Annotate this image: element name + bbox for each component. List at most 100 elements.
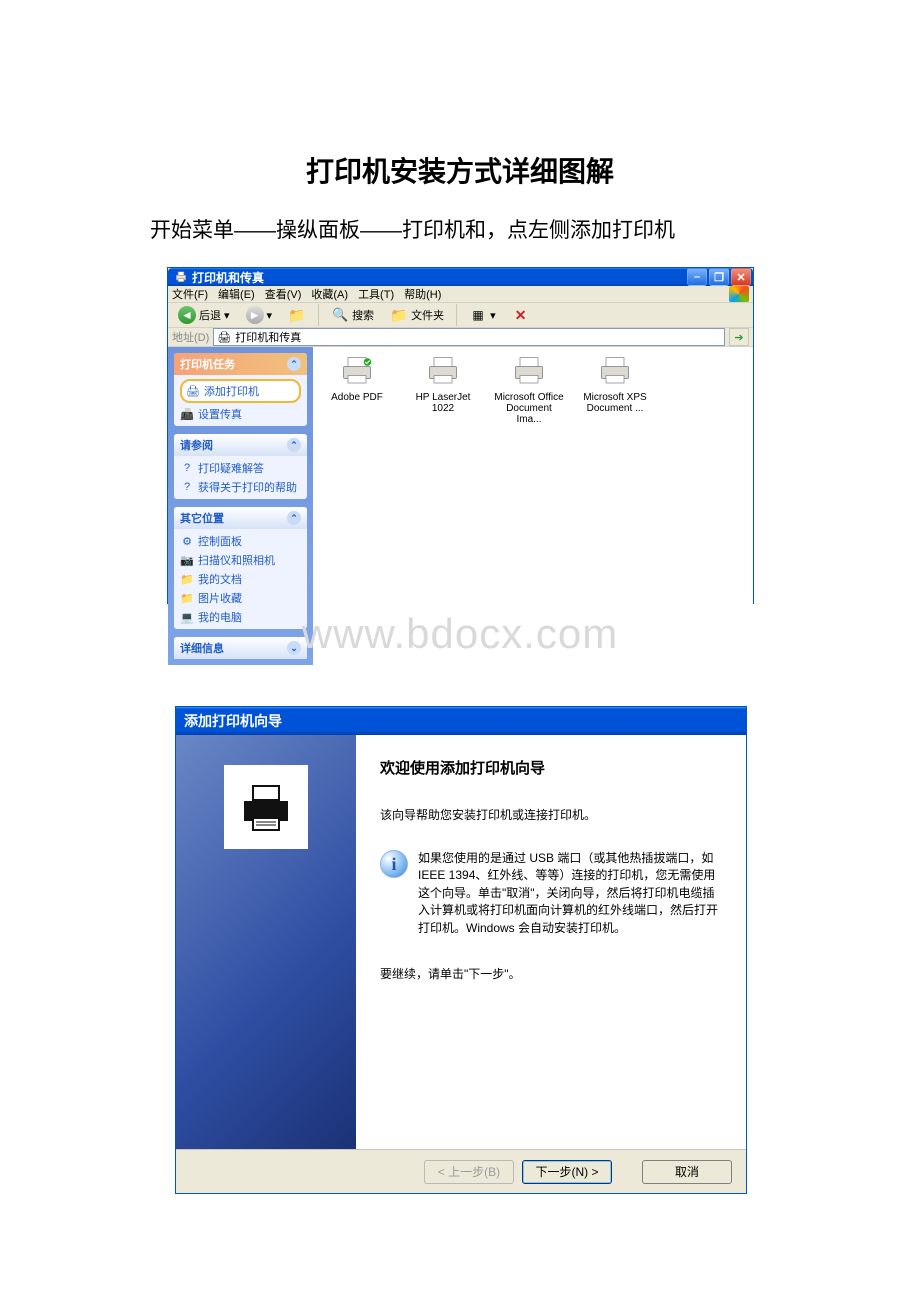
- printer-icon: [339, 353, 375, 389]
- delete-icon: ✕: [512, 306, 530, 324]
- maximize-button[interactable]: ❐: [709, 268, 729, 286]
- menu-fav[interactable]: 收藏(A): [311, 286, 348, 302]
- printer-icon: [174, 270, 188, 284]
- help-icon: ?: [180, 481, 194, 493]
- fax-setup-link[interactable]: 📠 设置传真: [180, 406, 301, 422]
- menu-file[interactable]: 文件(F): [172, 286, 208, 302]
- document-subtitle: 开始菜单——操纵面板——打印机和，点左侧添加打印机: [0, 214, 920, 264]
- chevron-down-icon: ▾: [490, 309, 496, 322]
- printer-label: Microsoft Office Document Ima...: [493, 392, 565, 425]
- window-title: 打印机和传真: [192, 269, 687, 286]
- my-documents-link[interactable]: 📁 我的文档: [180, 571, 301, 587]
- printer-icon: 🖨: [217, 331, 231, 344]
- scanner-icon: 📷: [180, 554, 194, 567]
- back-button[interactable]: ◄ 后退 ▾: [172, 303, 236, 327]
- my-pictures-label: 图片收藏: [198, 590, 242, 606]
- address-label: 地址(D): [172, 329, 209, 345]
- see-also-header[interactable]: 请参阅 ⌃: [174, 434, 307, 456]
- wizard-content: 欢迎使用添加打印机向导 该向导帮助您安装打印机或连接打印机。 i 如果您使用的是…: [356, 735, 746, 1149]
- document-title: 打印机安装方式详细图解: [0, 0, 920, 214]
- watermark: www.bdocx.com: [0, 610, 920, 658]
- address-text: 打印机和传真: [235, 329, 301, 345]
- search-icon: 🔍: [331, 306, 349, 324]
- folder-up-icon: 📁: [288, 306, 306, 324]
- tasks-header-label: 打印机任务: [180, 356, 235, 372]
- scanners-link[interactable]: 📷 扫描仪和照相机: [180, 552, 301, 568]
- wizard-continue-text: 要继续，请单击"下一步"。: [380, 965, 722, 983]
- collapse-icon: ⌃: [287, 357, 301, 371]
- search-label: 搜索: [352, 307, 374, 323]
- wizard-heading: 欢迎使用添加打印机向导: [380, 757, 722, 778]
- tasks-header[interactable]: 打印机任务 ⌃: [174, 353, 307, 375]
- back-label: 后退: [199, 307, 221, 323]
- wizard-titlebar[interactable]: 添加打印机向导: [176, 707, 746, 735]
- next-button[interactable]: 下一步(N) >: [522, 1160, 612, 1184]
- collapse-icon: ⌃: [287, 438, 301, 452]
- menu-tools[interactable]: 工具(T): [358, 286, 394, 302]
- add-printer-wizard-window: 添加打印机向导 欢迎使用添加打印机向导 该向导帮助您安装打印机或连接打印机。 i: [175, 706, 747, 1194]
- other-places-label: 其它位置: [180, 510, 224, 526]
- scanners-label: 扫描仪和照相机: [198, 552, 275, 568]
- search-button[interactable]: 🔍 搜索: [325, 303, 380, 327]
- my-documents-label: 我的文档: [198, 571, 242, 587]
- menu-edit[interactable]: 编辑(E): [218, 286, 255, 302]
- print-help-link[interactable]: ?获得关于打印的帮助: [180, 479, 301, 495]
- see-also-group: 请参阅 ⌃ ? 打印疑难解答 ?获得关于打印的帮助: [174, 434, 307, 499]
- printer-label: HP LaserJet 1022: [407, 392, 479, 414]
- printer-icon: [597, 353, 633, 389]
- troubleshoot-label: 打印疑难解答: [198, 460, 264, 476]
- fax-label: 设置传真: [198, 406, 242, 422]
- views-button[interactable]: ▦▾: [463, 303, 502, 327]
- menu-help[interactable]: 帮助(H): [404, 286, 441, 302]
- menu-view[interactable]: 查看(V): [265, 286, 302, 302]
- views-icon: ▦: [469, 306, 487, 324]
- printer-icon: 🖨: [186, 385, 200, 398]
- troubleshoot-link[interactable]: ? 打印疑难解答: [180, 460, 301, 476]
- chevron-down-icon: ▾: [267, 309, 273, 322]
- control-panel-label: 控制面板: [198, 533, 242, 549]
- help-icon: ?: [180, 462, 194, 474]
- add-printer-link[interactable]: 🖨 添加打印机: [180, 379, 301, 403]
- wizard-sidebar: [176, 735, 356, 1149]
- cancel-button[interactable]: 取消: [642, 1160, 732, 1184]
- control-panel-icon: ⚙: [180, 535, 194, 548]
- forward-button[interactable]: ► ▾: [240, 303, 279, 327]
- other-places-header[interactable]: 其它位置 ⌃: [174, 507, 307, 529]
- printer-icon: [511, 353, 547, 389]
- back-icon: ◄: [178, 306, 196, 324]
- delete-button[interactable]: ✕: [506, 303, 536, 327]
- wizard-description: 该向导帮助您安装打印机或连接打印机。: [380, 806, 722, 824]
- close-button[interactable]: ✕: [731, 268, 751, 286]
- folders-label: 文件夹: [411, 307, 444, 323]
- printer-emblem-icon: [224, 765, 308, 849]
- printer-item[interactable]: HP LaserJet 1022: [407, 353, 479, 414]
- folder-icon: 📁: [180, 573, 194, 586]
- wizard-title: 添加打印机向导: [184, 711, 282, 731]
- printers-window: 打印机和传真 – ❐ ✕ 文件(F) 编辑(E) 查看(V) 收藏(A) 工具(…: [167, 267, 754, 604]
- wizard-info-text: 如果您使用的是通过 USB 端口（或其他热插拔端口，如 IEEE 1394、红外…: [418, 850, 722, 937]
- menubar: 文件(F) 编辑(E) 查看(V) 收藏(A) 工具(T) 帮助(H): [168, 286, 753, 303]
- control-panel-link[interactable]: ⚙ 控制面板: [180, 533, 301, 549]
- folders-button[interactable]: 📁 文件夹: [384, 303, 450, 327]
- printer-tasks-group: 打印机任务 ⌃ 🖨 添加打印机 📠 设置传真: [174, 353, 307, 426]
- folder-icon: 📁: [390, 306, 408, 324]
- chevron-down-icon: ▾: [224, 309, 230, 322]
- go-button[interactable]: ➔: [729, 328, 749, 346]
- address-input[interactable]: 🖨 打印机和传真: [213, 328, 725, 346]
- titlebar[interactable]: 打印机和传真 – ❐ ✕: [168, 268, 753, 286]
- minimize-button[interactable]: –: [687, 268, 707, 286]
- collapse-icon: ⌃: [287, 511, 301, 525]
- printer-item[interactable]: Adobe PDF: [321, 353, 393, 403]
- back-button: < 上一步(B): [424, 1160, 514, 1184]
- printer-item[interactable]: Microsoft XPS Document ...: [579, 353, 651, 414]
- up-button[interactable]: 📁: [282, 303, 312, 327]
- address-bar: 地址(D) 🖨 打印机和传真 ➔: [168, 328, 753, 347]
- wizard-footer: < 上一步(B) 下一步(N) > 取消: [176, 1149, 746, 1193]
- see-also-label: 请参阅: [180, 437, 213, 453]
- toolbar: ◄ 后退 ▾ ► ▾ 📁 🔍 搜索 📁 文件夹 ▦▾ ✕: [168, 303, 753, 328]
- my-pictures-link[interactable]: 📁 图片收藏: [180, 590, 301, 606]
- printer-label: Adobe PDF: [331, 392, 383, 403]
- printer-item[interactable]: Microsoft Office Document Ima...: [493, 353, 565, 425]
- folder-icon: 📁: [180, 592, 194, 605]
- forward-icon: ►: [246, 306, 264, 324]
